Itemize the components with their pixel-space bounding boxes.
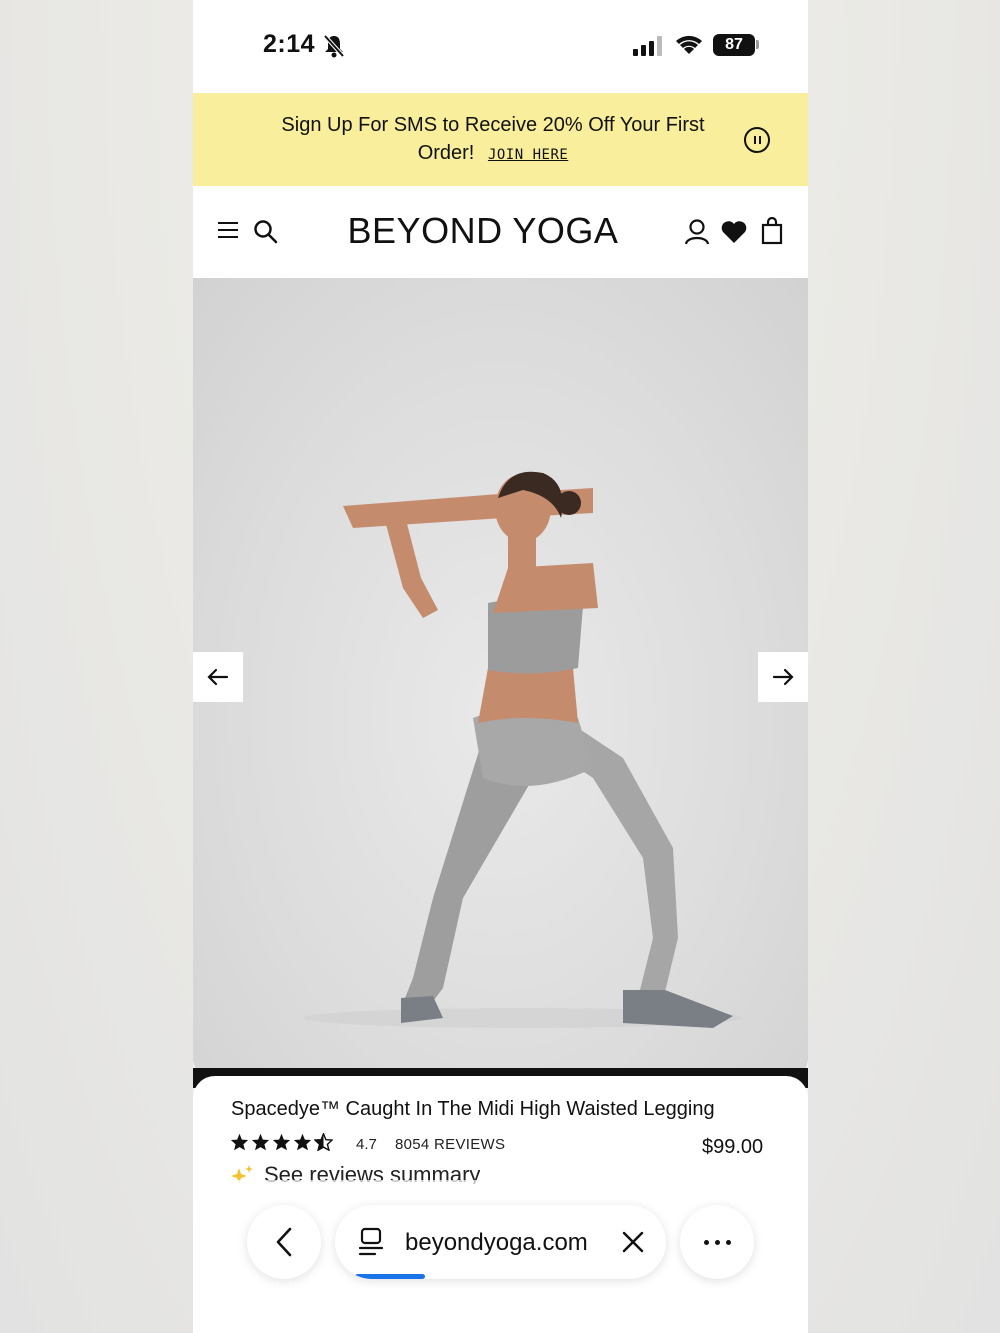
more-options-button[interactable] (680, 1205, 754, 1279)
model-photo-illustration (303, 471, 743, 1028)
star-icon (272, 1133, 291, 1151)
star-icon (293, 1133, 312, 1151)
pause-icon[interactable] (744, 127, 770, 153)
bell-muted-icon (323, 34, 345, 58)
promo-text-block: Sign Up For SMS to Receive 20% Off Your … (253, 111, 733, 169)
arrow-right-icon (772, 668, 794, 686)
arrow-left-icon (207, 668, 229, 686)
rating-value: 4.7 (356, 1136, 377, 1153)
site-header: BEYOND YOGA (193, 186, 808, 278)
previous-image-button[interactable] (193, 652, 243, 702)
chevron-left-icon (276, 1227, 292, 1257)
star-icon (230, 1133, 249, 1151)
menu-icon[interactable] (218, 222, 238, 240)
dot (725, 1239, 731, 1245)
close-icon[interactable] (622, 1231, 644, 1253)
account-icon[interactable] (684, 218, 710, 246)
page-tabs-icon (358, 1227, 384, 1256)
brand-logo[interactable]: BEYOND YOGA (318, 210, 648, 252)
dot (714, 1239, 720, 1245)
wifi-icon (676, 35, 702, 54)
star-rating[interactable] (230, 1133, 333, 1151)
wishlist-heart-icon[interactable] (721, 220, 747, 244)
battery-indicator: 87 (713, 34, 755, 56)
browser-back-button[interactable] (247, 1205, 321, 1279)
dot (703, 1239, 709, 1245)
join-here-link[interactable]: JOIN HERE (488, 147, 568, 163)
next-image-button[interactable] (758, 652, 808, 702)
shopping-bag-icon[interactable] (761, 217, 783, 245)
battery-tip (756, 40, 759, 49)
url-text[interactable]: beyondyoga.com (405, 1229, 588, 1257)
star-icon (251, 1133, 270, 1151)
product-image[interactable] (193, 278, 808, 1075)
address-bar[interactable]: beyondyoga.com (335, 1205, 666, 1279)
status-bar: 2:14 87 (193, 0, 808, 93)
cellular-signal-icon (633, 36, 662, 56)
status-time: 2:14 (263, 30, 316, 58)
product-price: $99.00 (702, 1136, 764, 1158)
search-icon[interactable] (253, 219, 279, 245)
reviews-count-link[interactable]: 8054 REVIEWS (395, 1136, 505, 1153)
product-title[interactable]: Spacedye™ Caught In The Midi High Waiste… (231, 1098, 715, 1121)
sms-promo-banner: Sign Up For SMS to Receive 20% Off Your … (193, 93, 808, 186)
phone-screen: 2:14 87 Sign Up For SMS to Receive 20% O… (193, 0, 808, 1333)
half-star-icon (314, 1133, 333, 1151)
page-load-progress (355, 1274, 425, 1279)
